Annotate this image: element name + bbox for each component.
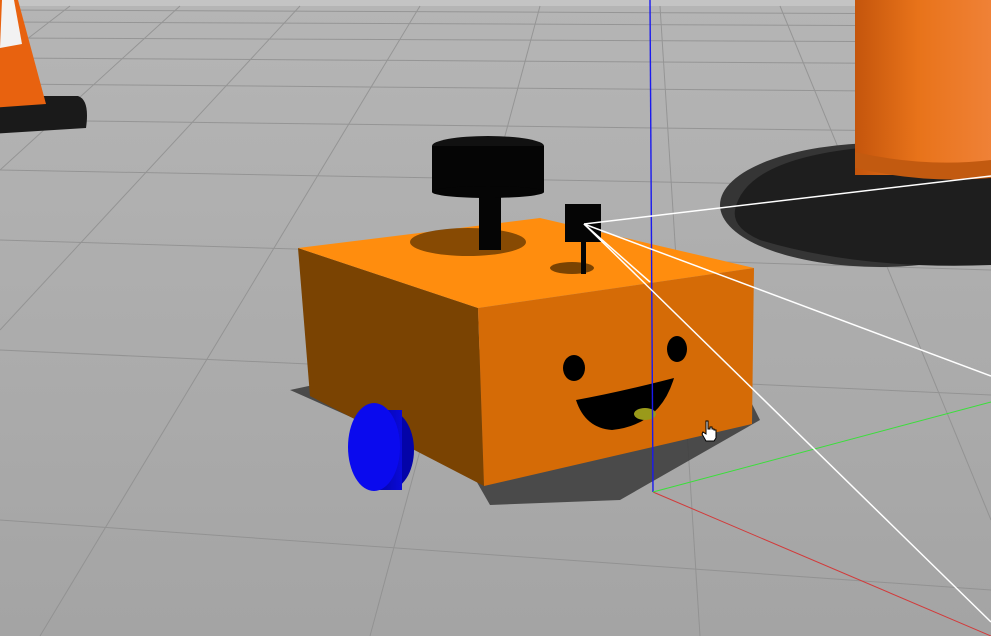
simulation-viewport[interactable] [0,0,991,636]
lidar-shadow [410,228,526,256]
robot-right-eye [667,336,687,362]
wheel-face [348,403,400,491]
hand-pointer-icon [701,420,717,442]
lidar-head [432,146,544,192]
barrel-body [855,0,991,175]
robot-left-eye [563,355,585,381]
lidar-head-bottom [432,186,544,198]
3d-scene[interactable] [0,0,991,636]
camera-shadow [550,262,594,274]
